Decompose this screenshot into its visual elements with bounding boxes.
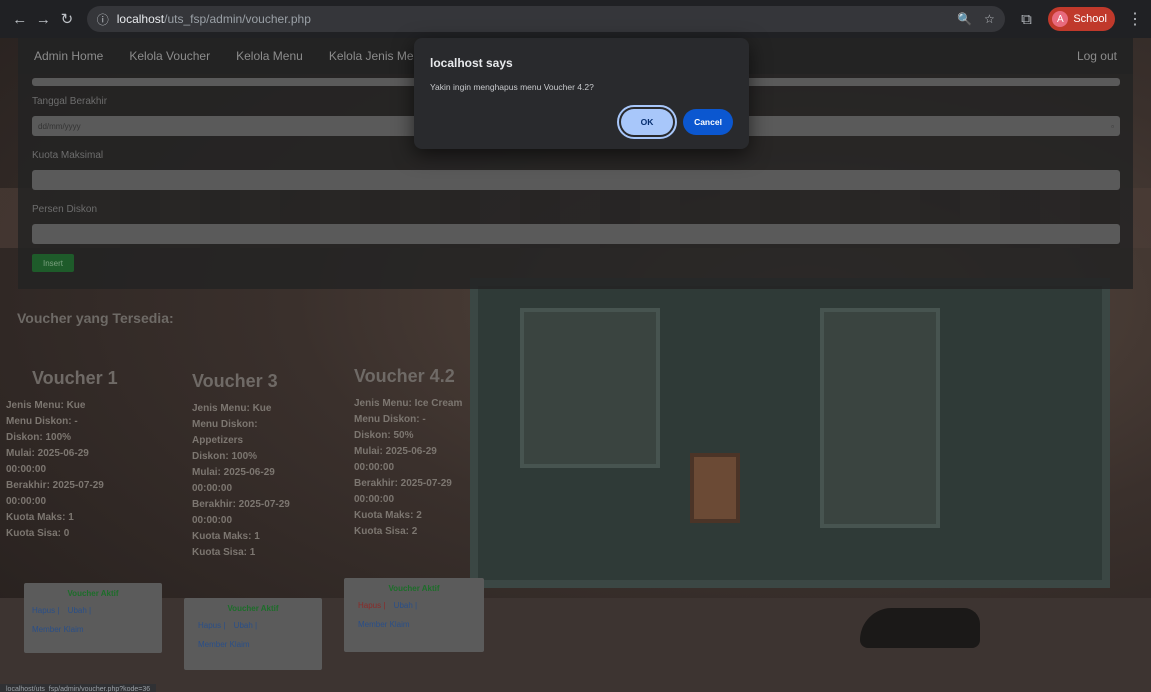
voucher-mulai: Mulai: 2025-06-29	[6, 448, 89, 459]
voucher-card: Voucher 4.2 Jenis Menu: Ice Cream Menu D…	[354, 366, 484, 541]
voucher-berakhir: Berakhir: 2025-07-29	[354, 478, 452, 489]
url-host: localhost	[116, 12, 165, 26]
voucher-title: Voucher 1	[32, 368, 118, 388]
browser-menu-icon[interactable]: ⋮	[1127, 9, 1143, 29]
member-klaim-link[interactable]: Member Klaim	[32, 625, 154, 634]
voucher-menu-name: Appetizers	[192, 435, 244, 446]
kuota-maksimal-label: Kuota Maksimal	[32, 150, 104, 161]
voucher-mulai-time: 00:00:00	[354, 462, 395, 473]
voucher-kuota-maks: Kuota Maks: 1	[192, 531, 260, 542]
voucher-kuota-sisa: Kuota Sisa: 0	[6, 528, 70, 539]
ubah-link[interactable]: Ubah |	[68, 606, 91, 615]
voucher-status: Voucher Aktif	[227, 604, 279, 613]
member-klaim-link[interactable]: Member Klaim	[358, 620, 476, 629]
voucher-actions: Voucher Aktif Hapus | Ubah | Member Klai…	[344, 578, 484, 652]
voucher-diskon: Diskon: 100%	[192, 451, 258, 462]
voucher-kuota-maks: Kuota Maks: 2	[354, 510, 422, 521]
url-path: /uts_fsp/admin/voucher.php	[164, 12, 311, 26]
calendar-icon[interactable]: ▫	[1111, 122, 1114, 131]
persen-diskon-input[interactable]	[32, 224, 1120, 244]
voucher-mulai: Mulai: 2025-06-29	[354, 446, 437, 457]
background-window	[820, 308, 940, 528]
voucher-berakhir-time: 00:00:00	[6, 496, 47, 507]
voucher-actions: Voucher Aktif Hapus | Ubah | Member Klai…	[24, 583, 162, 653]
confirm-dialog: localhost says Yakin ingin menghapus men…	[414, 38, 749, 149]
voucher-kuota-sisa: Kuota Sisa: 2	[354, 526, 418, 537]
avatar: A	[1052, 11, 1069, 27]
voucher-status: Voucher Aktif	[67, 589, 119, 598]
nav-admin-home[interactable]: Admin Home	[34, 49, 103, 63]
nav-kelola-voucher[interactable]: Kelola Voucher	[129, 49, 210, 63]
ubah-link[interactable]: Ubah |	[394, 601, 417, 610]
background-cat	[860, 608, 980, 648]
hapus-link[interactable]: Hapus |	[358, 601, 385, 610]
tanggal-berakhir-label: Tanggal Berakhir	[32, 96, 108, 107]
background-window	[520, 308, 660, 468]
kuota-maksimal-input[interactable]	[32, 170, 1120, 190]
voucher-card: Voucher 1 Jenis Menu: Kue Menu Diskon: -…	[6, 368, 166, 543]
voucher-menu: Menu Diskon: -	[6, 416, 78, 427]
nav-kelola-jenis-menu[interactable]: Kelola Jenis Menu	[329, 49, 427, 63]
dialog-message: Yakin ingin menghapus menu Voucher 4.2?	[430, 82, 594, 92]
insert-button[interactable]: Insert	[32, 254, 74, 272]
voucher-kuota-sisa: Kuota Sisa: 1	[192, 547, 256, 558]
voucher-title: Voucher 3	[192, 371, 278, 391]
voucher-jenis: Jenis Menu: Ice Cream	[354, 398, 463, 409]
voucher-berakhir-time: 00:00:00	[354, 494, 395, 505]
ok-button[interactable]: OK	[617, 105, 677, 139]
cancel-button[interactable]: Cancel	[683, 109, 733, 135]
voucher-jenis: Jenis Menu: Kue	[6, 400, 86, 411]
voucher-mulai-time: 00:00:00	[192, 483, 233, 494]
bookmark-star-icon[interactable]: ☆	[984, 12, 995, 26]
profile-name: School	[1073, 13, 1107, 25]
voucher-actions: Voucher Aktif Hapus | Ubah | Member Klai…	[184, 598, 322, 670]
profile-button[interactable]: A School	[1048, 7, 1115, 31]
voucher-mulai-time: 00:00:00	[6, 464, 47, 475]
reload-icon[interactable]: ↻	[55, 10, 79, 28]
persen-diskon-label: Persen Diskon	[32, 204, 98, 215]
hapus-link[interactable]: Hapus |	[32, 606, 59, 615]
dialog-title: localhost says	[430, 56, 513, 70]
ubah-link[interactable]: Ubah |	[234, 621, 257, 630]
site-info-icon[interactable]: ⓘ	[97, 11, 109, 28]
background-floor	[0, 598, 1151, 692]
zoom-icon[interactable]: 🔍	[957, 12, 972, 26]
voucher-title: Voucher 4.2	[354, 366, 455, 386]
voucher-berakhir-time: 00:00:00	[192, 515, 233, 526]
voucher-berakhir: Berakhir: 2025-07-29	[6, 480, 104, 491]
hapus-link[interactable]: Hapus |	[198, 621, 225, 630]
voucher-diskon: Diskon: 50%	[354, 430, 414, 441]
back-icon[interactable]: ←	[8, 11, 32, 28]
voucher-status: Voucher Aktif	[388, 584, 440, 593]
nav-kelola-menu[interactable]: Kelola Menu	[236, 49, 303, 63]
voucher-mulai: Mulai: 2025-06-29	[192, 467, 275, 478]
voucher-jenis: Jenis Menu: Kue	[192, 403, 272, 414]
voucher-menu: Menu Diskon: -	[354, 414, 426, 425]
member-klaim-link[interactable]: Member Klaim	[198, 640, 314, 649]
status-bar: localhost/uts_fsp/admin/voucher.php?kode…	[0, 684, 157, 692]
voucher-kuota-maks: Kuota Maks: 1	[6, 512, 74, 523]
extensions-icon[interactable]: ⧉	[1015, 11, 1039, 28]
voucher-berakhir: Berakhir: 2025-07-29	[192, 499, 290, 510]
browser-toolbar: ← → ↻ ⓘ localhost /uts_fsp/admin/voucher…	[0, 0, 1151, 38]
address-bar[interactable]: ⓘ localhost /uts_fsp/admin/voucher.php 🔍…	[86, 6, 1005, 32]
voucher-menu: Menu Diskon:	[192, 419, 258, 430]
voucher-card: Voucher 3 Jenis Menu: Kue Menu Diskon: A…	[192, 371, 322, 562]
background-sign	[690, 453, 740, 523]
logout-link[interactable]: Log out	[1077, 49, 1117, 63]
voucher-diskon: Diskon: 100%	[6, 432, 72, 443]
date-placeholder: dd/mm/yyyy	[38, 121, 81, 131]
section-title: Voucher yang Tersedia:	[17, 310, 174, 326]
forward-icon[interactable]: →	[32, 11, 56, 28]
